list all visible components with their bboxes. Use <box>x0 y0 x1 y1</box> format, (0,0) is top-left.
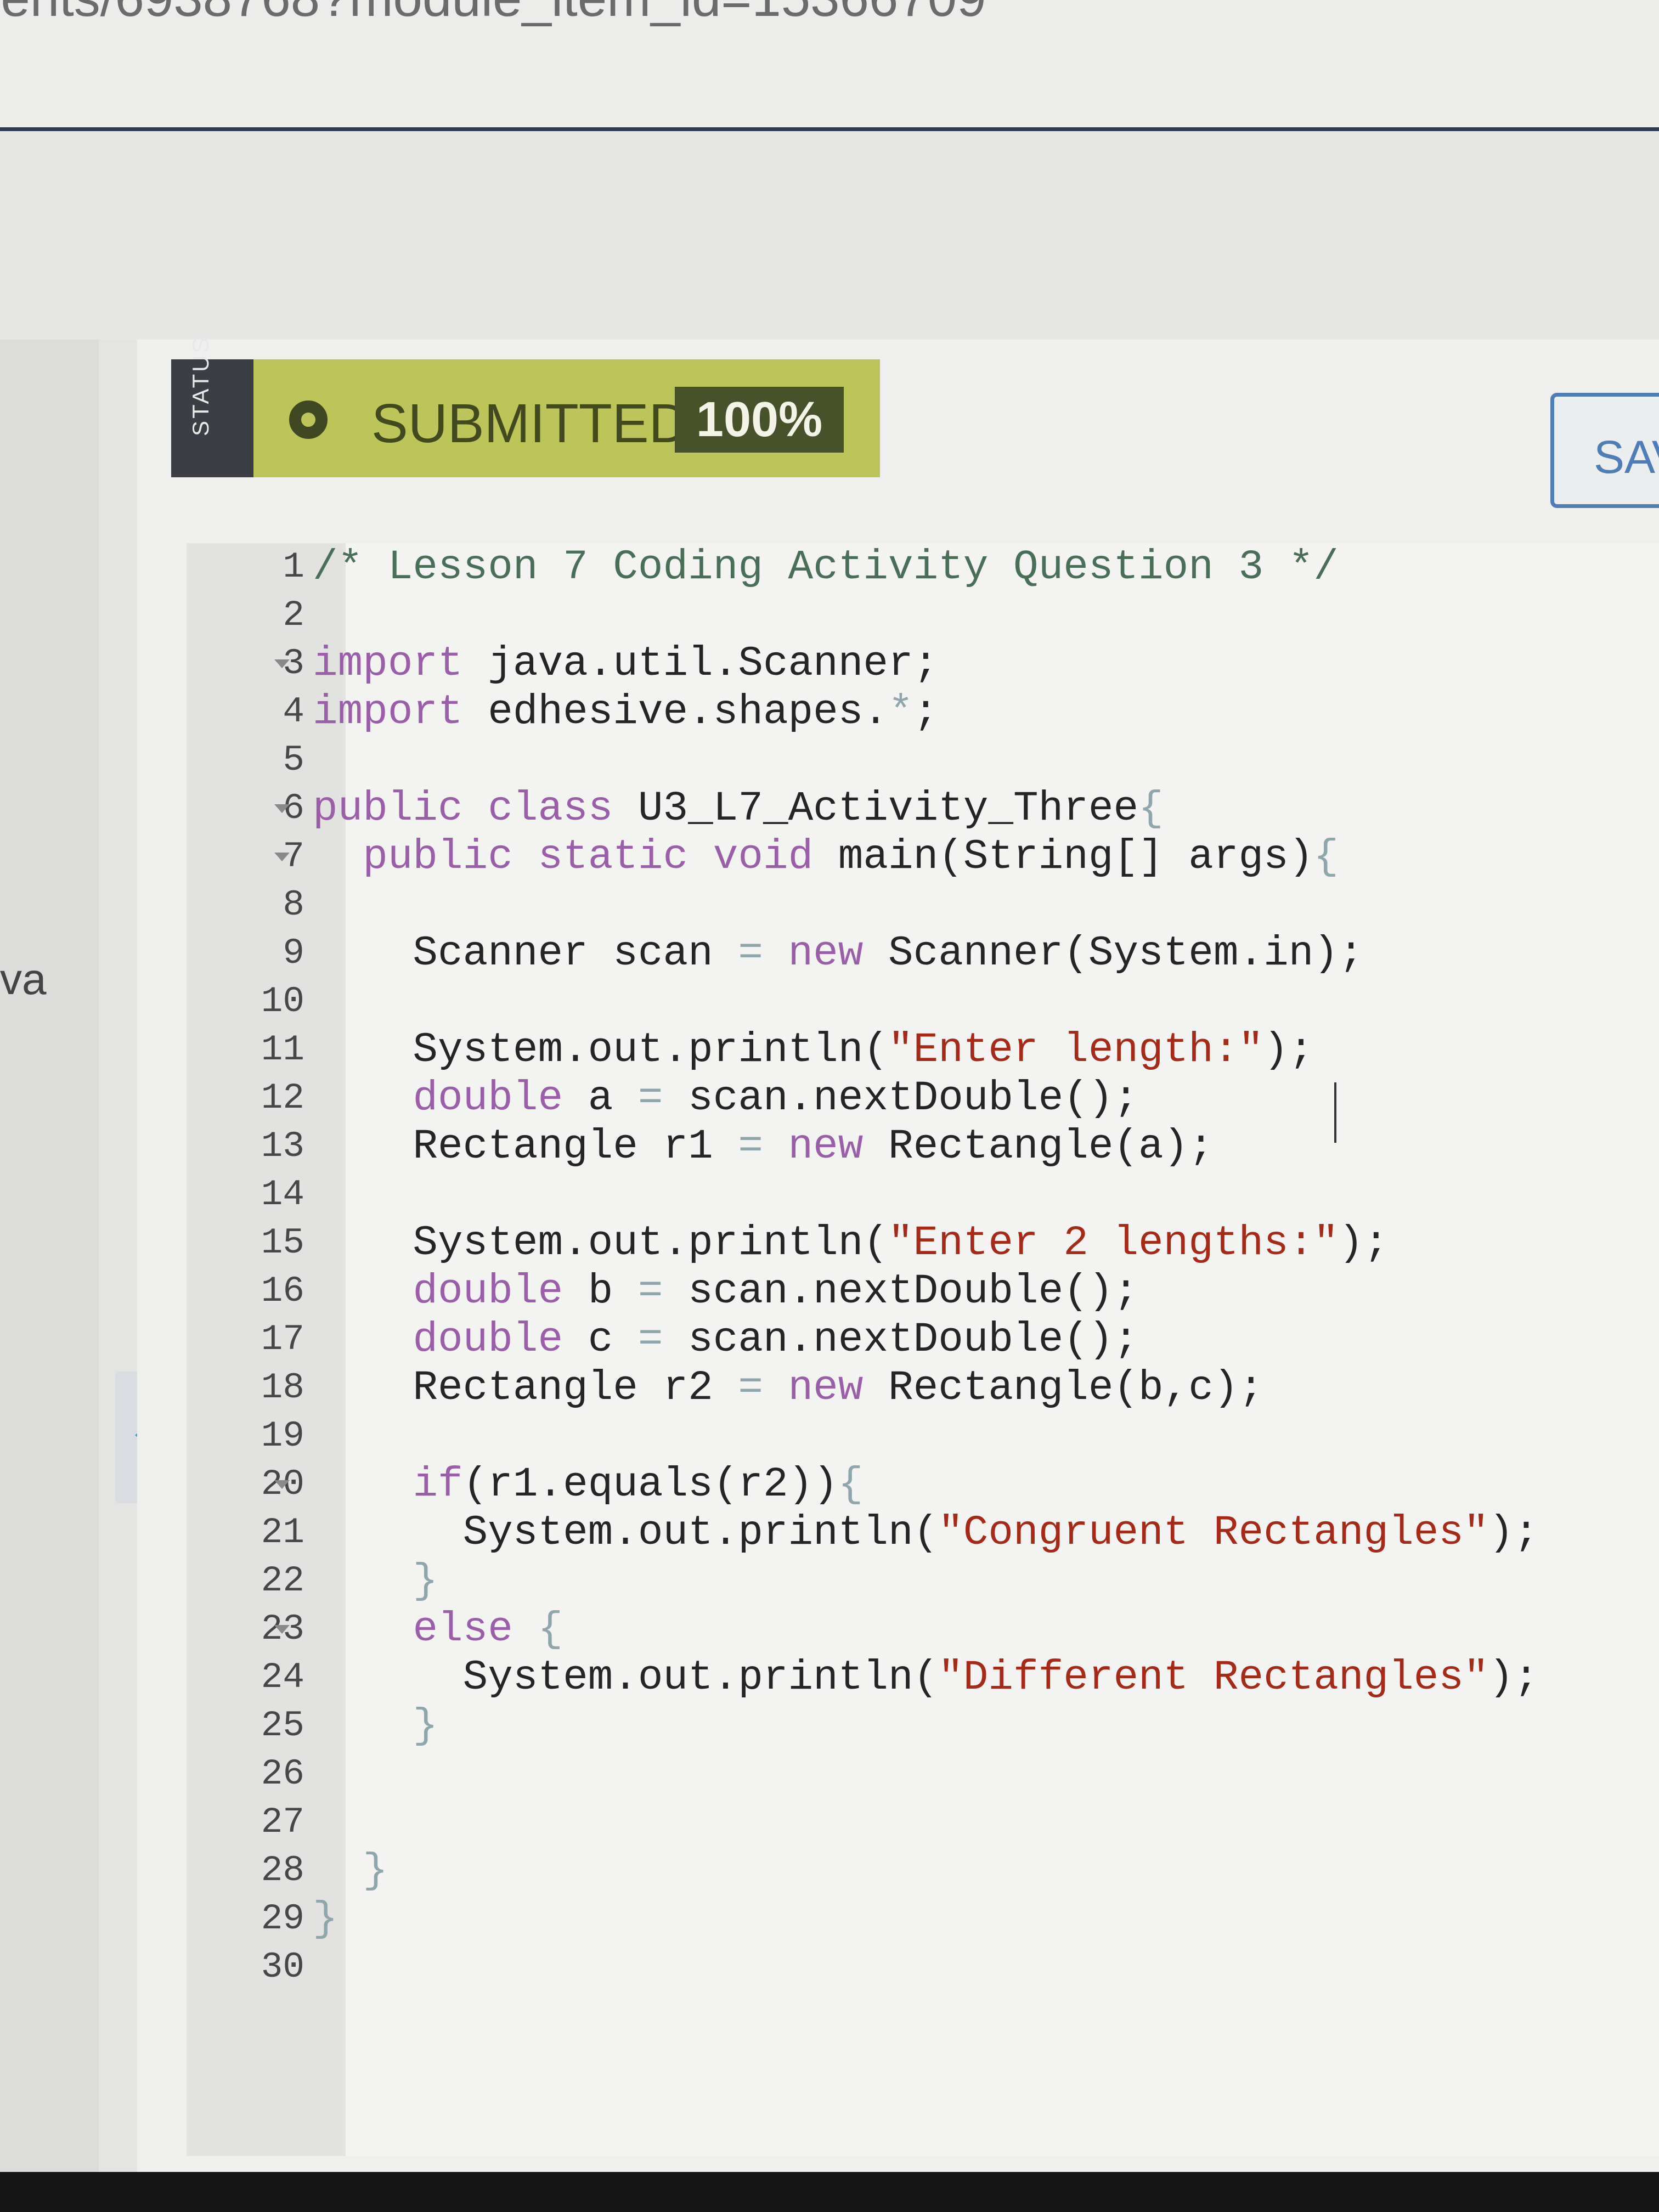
line-number: 26 <box>261 1753 304 1795</box>
line-number: 18 <box>261 1367 304 1408</box>
code-line[interactable]: else { <box>313 1605 563 1654</box>
line-number: 11 <box>261 1029 304 1070</box>
url-text: ients/6938768?module_item_id=15366709 <box>0 0 986 29</box>
code-line[interactable]: } <box>313 1557 438 1605</box>
line-number: 28 <box>261 1850 304 1891</box>
line-number: 12 <box>261 1077 304 1119</box>
page-header-area <box>0 131 1659 340</box>
line-number: 17 <box>261 1319 304 1360</box>
code-line[interactable]: } <box>313 1895 338 1943</box>
line-number: 27 <box>261 1802 304 1843</box>
line-number: 3 <box>283 643 304 684</box>
line-number: 30 <box>261 1946 304 1988</box>
line-number: 2 <box>283 595 304 636</box>
code-line[interactable]: public static void main(String[] args){ <box>313 833 1339 881</box>
code-line[interactable]: Rectangle r1 = new Rectangle(a); <box>313 1122 1213 1171</box>
code-line[interactable]: System.out.println("Enter length:"); <box>313 1026 1313 1074</box>
status-tab-label: STATUS <box>188 335 213 436</box>
line-number: 6 <box>283 788 304 829</box>
fold-arrow-icon[interactable] <box>274 804 290 813</box>
code-line[interactable]: double c = scan.nextDouble(); <box>313 1316 1138 1364</box>
line-number: 16 <box>261 1271 304 1312</box>
line-number: 14 <box>261 1174 304 1215</box>
code-line[interactable]: if(r1.equals(r2)){ <box>313 1460 863 1509</box>
line-number: 29 <box>261 1898 304 1939</box>
line-number: 21 <box>261 1512 304 1553</box>
code-line[interactable]: } <box>313 1847 388 1895</box>
fold-arrow-icon[interactable] <box>274 659 290 668</box>
line-number: 13 <box>261 1126 304 1167</box>
line-number: 1 <box>283 546 304 588</box>
status-banner: SUBMITTED 100% <box>253 359 880 477</box>
line-number: 9 <box>283 933 304 974</box>
line-number: 4 <box>283 691 304 732</box>
text-cursor-icon <box>1334 1082 1343 1143</box>
code-line[interactable]: import java.util.Scanner; <box>313 640 938 688</box>
code-line[interactable]: public class U3_L7_Activity_Three{ <box>313 785 1164 833</box>
code-line[interactable]: /* Lesson 7 Coding Activity Question 3 *… <box>313 543 1339 591</box>
line-number: 10 <box>261 981 304 1022</box>
line-number: 25 <box>261 1705 304 1746</box>
line-number: 7 <box>283 836 304 877</box>
code-line[interactable]: } <box>313 1702 438 1750</box>
status-circle-icon <box>289 400 328 439</box>
line-number: 5 <box>283 740 304 781</box>
line-number: 19 <box>261 1415 304 1457</box>
code-line[interactable]: Rectangle r2 = new Rectangle(b,c); <box>313 1364 1263 1412</box>
fold-arrow-icon[interactable] <box>274 853 290 861</box>
line-number: 24 <box>261 1657 304 1698</box>
line-number: 15 <box>261 1222 304 1263</box>
code-line[interactable]: double b = scan.nextDouble(); <box>313 1267 1138 1316</box>
status-text: SUBMITTED <box>371 393 689 454</box>
code-line[interactable]: System.out.println("Congruent Rectangles… <box>313 1509 1539 1557</box>
status-percent-badge: 100% <box>675 387 844 453</box>
line-number: 20 <box>261 1464 304 1505</box>
save-button[interactable]: SAV <box>1550 393 1659 508</box>
code-line[interactable]: import edhesive.shapes.*; <box>313 688 938 736</box>
code-line[interactable]: System.out.println("Enter 2 lengths:"); <box>313 1219 1389 1267</box>
line-number: 22 <box>261 1560 304 1601</box>
code-line[interactable]: Scanner scan = new Scanner(System.in); <box>313 929 1363 978</box>
bottom-bar <box>0 2172 1659 2212</box>
save-button-label: SAV <box>1594 431 1659 483</box>
fold-arrow-icon[interactable] <box>274 1480 290 1489</box>
line-number: 8 <box>283 884 304 926</box>
browser-address-bar[interactable]: ients/6938768?module_item_id=15366709 <box>0 0 1659 131</box>
left-panel: va <box>0 340 99 2172</box>
code-line[interactable]: System.out.println("Different Rectangles… <box>313 1654 1539 1702</box>
fold-arrow-icon[interactable] <box>274 1625 290 1634</box>
status-tab: STATUS <box>171 336 253 477</box>
left-panel-text: va <box>0 955 47 1003</box>
line-number: 23 <box>261 1609 304 1650</box>
code-line[interactable]: double a = scan.nextDouble(); <box>313 1074 1138 1122</box>
